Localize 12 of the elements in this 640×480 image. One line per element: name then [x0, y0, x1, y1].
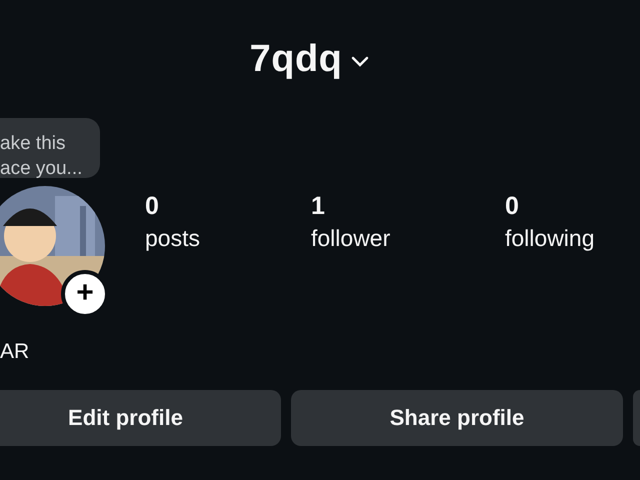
stat-count: 0: [505, 192, 520, 221]
stat-count: 0: [145, 192, 160, 221]
username: 7qdq: [250, 38, 342, 80]
stat-label[interactable]: posts: [145, 225, 311, 252]
profile-button[interactable]: Edit profile: [0, 390, 281, 446]
stat-count: 1: [311, 192, 326, 221]
profile-button[interactable]: Share profile: [291, 390, 623, 446]
chevron-down-icon[interactable]: [350, 54, 370, 68]
stat-label[interactable]: follower: [311, 225, 505, 252]
profile-name: AR: [0, 340, 30, 364]
tooltip-bubble: ake this ace you...: [0, 118, 100, 178]
stat-label[interactable]: following: [505, 225, 594, 252]
